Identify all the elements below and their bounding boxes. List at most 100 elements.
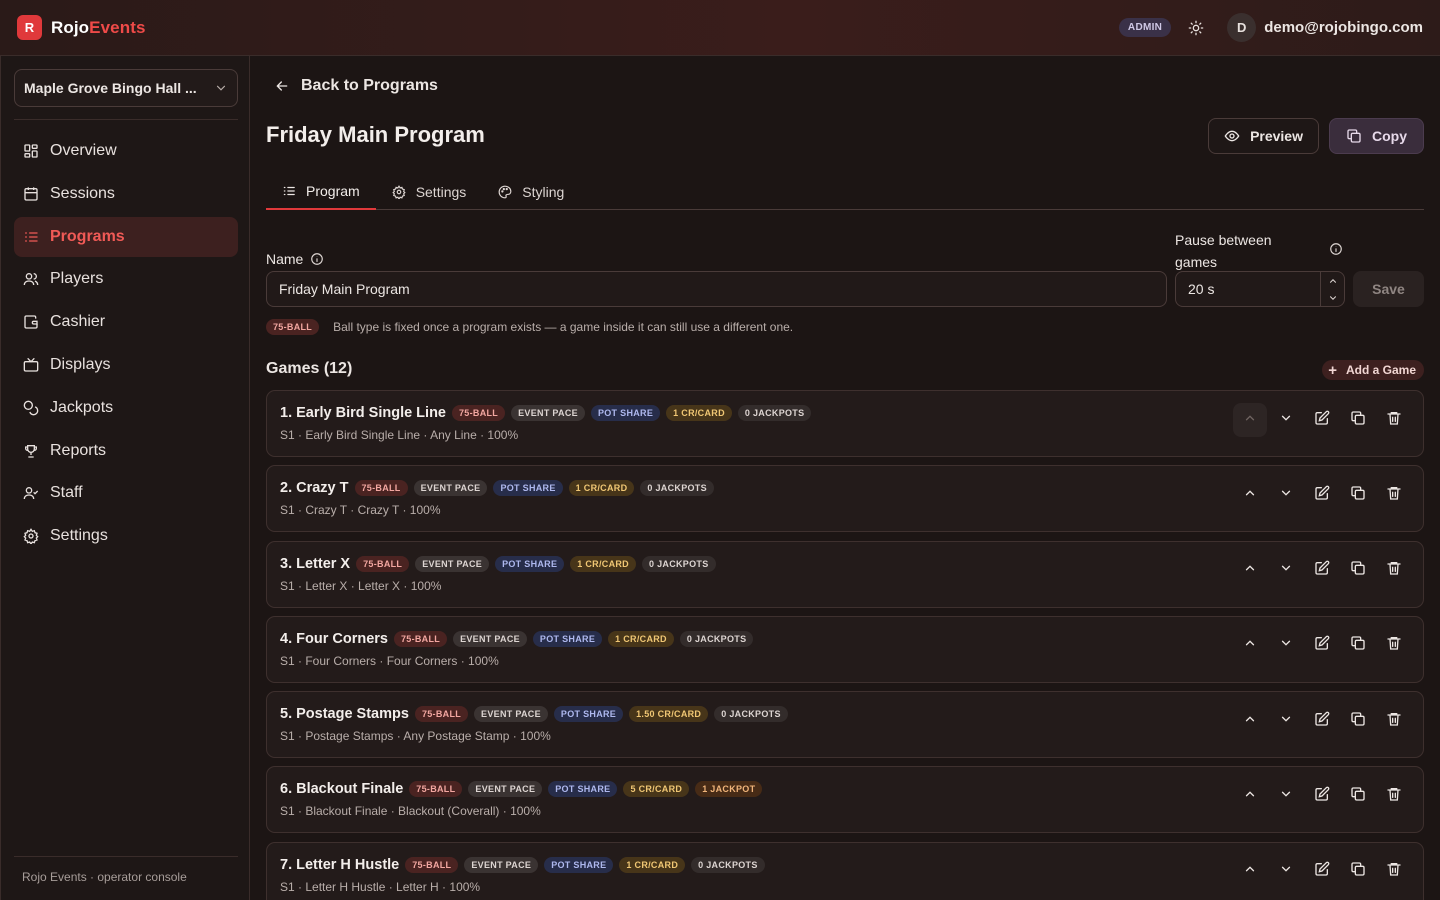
game-header: 6. Blackout Finale 75-BALL EVENT PACE PO…: [280, 781, 768, 798]
game-subtitle: S1 · Letter X · Letter X · 100%: [280, 578, 442, 593]
trash-icon: [1386, 560, 1402, 581]
edit-game-button[interactable]: [1305, 403, 1339, 437]
edit-game-button[interactable]: [1305, 779, 1339, 813]
chevron-down-icon: [1279, 636, 1293, 655]
credit-badge: 1 CR/CARD: [568, 480, 635, 497]
game-row[interactable]: 3. Letter X 75-BALL EVENT PACE POT SHARE…: [266, 540, 1424, 608]
add-game-button[interactable]: + Add a Game: [1322, 360, 1424, 380]
game-title[interactable]: 4. Four Corners: [280, 631, 388, 647]
info-icon[interactable]: [310, 252, 324, 266]
sidebar-item-players[interactable]: Players: [14, 259, 238, 299]
delete-game-button[interactable]: [1377, 629, 1411, 663]
delete-game-button[interactable]: [1377, 779, 1411, 813]
move-up-button[interactable]: [1233, 704, 1267, 738]
sidebar-item-displays[interactable]: Displays: [14, 345, 238, 385]
game-row[interactable]: 5. Postage Stamps 75-BALL EVENT PACE POT…: [266, 691, 1424, 759]
pause-value: 20 s: [1188, 281, 1215, 297]
preview-label: Preview: [1250, 128, 1303, 144]
move-down-button[interactable]: [1269, 704, 1303, 738]
move-down-button[interactable]: [1269, 403, 1303, 437]
move-up-button[interactable]: [1233, 779, 1267, 813]
game-row[interactable]: 4. Four Corners 75-BALL EVENT PACE POT S…: [266, 615, 1424, 683]
tab-styling[interactable]: Styling: [482, 174, 580, 209]
delete-game-button[interactable]: [1377, 855, 1411, 889]
games-list: 1. Early Bird Single Line 75-BALL EVENT …: [266, 390, 1424, 900]
chevron-down-icon[interactable]: [1328, 293, 1338, 303]
delete-game-button[interactable]: [1377, 478, 1411, 512]
info-icon[interactable]: [1329, 242, 1343, 256]
delete-game-button[interactable]: [1377, 704, 1411, 738]
ball-type-badge: 75-BALL: [452, 405, 506, 421]
game-title[interactable]: 3. Letter X: [280, 556, 350, 572]
pot-share-badge: POT SHARE: [553, 706, 624, 723]
duplicate-game-button[interactable]: [1341, 554, 1375, 588]
edit-game-button[interactable]: [1305, 704, 1339, 738]
duplicate-game-button[interactable]: [1341, 629, 1375, 663]
game-row[interactable]: 2. Crazy T 75-BALL EVENT PACE POT SHARE …: [266, 465, 1424, 533]
game-row[interactable]: 7. Letter H Hustle 75-BALL EVENT PACE PO…: [266, 841, 1424, 900]
move-down-button[interactable]: [1269, 779, 1303, 813]
edit-game-button[interactable]: [1305, 855, 1339, 889]
move-down-button[interactable]: [1269, 629, 1303, 663]
move-up-button[interactable]: [1233, 403, 1267, 437]
move-up-button[interactable]: [1233, 554, 1267, 588]
game-row[interactable]: 6. Blackout Finale 75-BALL EVENT PACE PO…: [266, 766, 1424, 834]
edit-game-button[interactable]: [1305, 629, 1339, 663]
sidebar-item-reports[interactable]: Reports: [14, 431, 238, 471]
game-title[interactable]: 7. Letter H Hustle: [280, 857, 399, 873]
games-title: Games (12): [266, 360, 353, 377]
game-title[interactable]: 2. Crazy T: [280, 480, 349, 496]
delete-game-button[interactable]: [1377, 554, 1411, 588]
chevron-up-icon: [1243, 862, 1257, 881]
game-title[interactable]: 5. Postage Stamps: [280, 706, 409, 722]
move-down-button[interactable]: [1269, 554, 1303, 588]
sidebar: Maple Grove Bingo Hall ... Overview Sess…: [0, 56, 250, 900]
move-up-button[interactable]: [1233, 629, 1267, 663]
brand-part-1: Rojo: [51, 17, 90, 37]
move-up-button[interactable]: [1233, 855, 1267, 889]
copy-button[interactable]: Copy: [1329, 118, 1424, 154]
move-down-button[interactable]: [1269, 855, 1303, 889]
theme-toggle-button[interactable]: [1181, 13, 1211, 43]
tab-program[interactable]: Program: [266, 174, 376, 210]
venue-select[interactable]: Maple Grove Bingo Hall ...: [14, 69, 238, 107]
back-to-programs-link[interactable]: Back to Programs: [274, 77, 438, 95]
save-button[interactable]: Save: [1353, 271, 1424, 307]
pause-stepper[interactable]: 20 s: [1175, 271, 1345, 307]
edit-icon: [1314, 786, 1330, 807]
avatar[interactable]: D: [1227, 13, 1257, 42]
duplicate-game-button[interactable]: [1341, 704, 1375, 738]
delete-game-button[interactable]: [1377, 403, 1411, 437]
duplicate-game-button[interactable]: [1341, 855, 1375, 889]
sidebar-item-staff[interactable]: Staff: [14, 473, 238, 513]
sidebar-item-settings[interactable]: Settings: [14, 516, 238, 556]
tab-settings[interactable]: Settings: [376, 174, 483, 209]
duplicate-game-button[interactable]: [1341, 779, 1375, 813]
pot-share-badge: POT SHARE: [548, 781, 618, 798]
duplicate-game-button[interactable]: [1341, 403, 1375, 437]
game-title[interactable]: 6. Blackout Finale: [280, 781, 403, 797]
sidebar-item-sessions[interactable]: Sessions: [14, 174, 238, 214]
stepper-controls: [1320, 272, 1344, 306]
edit-game-button[interactable]: [1305, 554, 1339, 588]
user-email[interactable]: demo@rojobingo.com: [1264, 19, 1423, 36]
sidebar-item-overview[interactable]: Overview: [14, 131, 238, 171]
sidebar-item-label: Staff: [50, 484, 83, 502]
move-up-button[interactable]: [1233, 478, 1267, 512]
pot-share-badge: POT SHARE: [493, 480, 563, 497]
sidebar-item-cashier[interactable]: Cashier: [14, 302, 238, 342]
brand-name[interactable]: RojoEvents: [51, 18, 146, 38]
name-field[interactable]: Friday Main Program: [266, 271, 1167, 307]
game-row[interactable]: 1. Early Bird Single Line 75-BALL EVENT …: [266, 390, 1424, 457]
copy-icon: [1350, 861, 1366, 882]
chevron-up-icon[interactable]: [1328, 276, 1338, 286]
game-title[interactable]: 1. Early Bird Single Line: [280, 405, 446, 421]
sidebar-item-label: Settings: [50, 527, 108, 545]
duplicate-game-button[interactable]: [1341, 478, 1375, 512]
sidebar-item-jackpots[interactable]: Jackpots: [14, 388, 238, 428]
preview-button[interactable]: Preview: [1208, 118, 1319, 154]
sidebar-item-programs[interactable]: Programs: [14, 216, 238, 257]
logo-icon[interactable]: R: [17, 15, 42, 40]
edit-game-button[interactable]: [1305, 478, 1339, 512]
move-down-button[interactable]: [1269, 478, 1303, 512]
